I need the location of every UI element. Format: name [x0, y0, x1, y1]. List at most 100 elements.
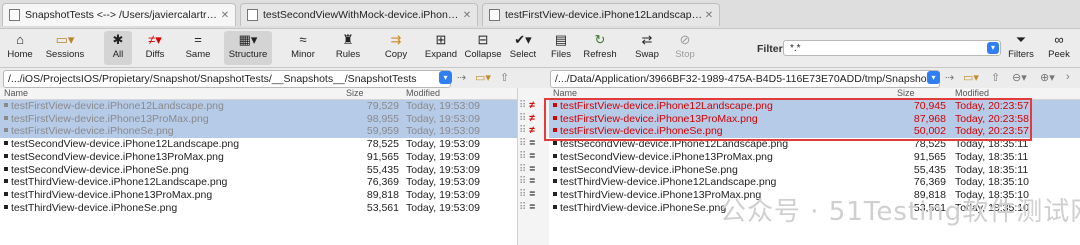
chevron-down-icon[interactable]: ▾ [927, 71, 940, 84]
compare-status[interactable]: ⠿ = [519, 176, 535, 189]
file-row[interactable]: testThirdView-device.iPhone13ProMax.png 8… [0, 189, 517, 202]
not-equal-icon: ≠ [529, 112, 535, 124]
file-name-text: testThirdView-device.iPhoneSe.png [560, 201, 727, 214]
up-folder-icon[interactable]: ⇧ [500, 71, 509, 84]
same-button[interactable]: = Same [184, 31, 212, 65]
go-arrow-icon[interactable]: ⇢ [457, 71, 466, 84]
file-icon [4, 179, 8, 184]
stop-button[interactable]: ⊘ Stop [672, 31, 698, 65]
file-row[interactable]: testThirdView-device.iPhoneSe.png 53,561 T… [0, 202, 517, 215]
file-size: 59,959 [366, 125, 399, 138]
close-icon[interactable]: ✕ [461, 10, 473, 21]
chevron-down-icon[interactable]: ▾ [439, 71, 452, 84]
copy-button[interactable]: ⇉ Copy [382, 31, 410, 65]
copy-icon: ⇉ [390, 32, 402, 47]
equal-icon: = [529, 188, 536, 200]
file-row[interactable]: testFirstView-device.iPhone13ProMax.png 9… [0, 112, 517, 126]
referee-icon: ♜ [342, 32, 354, 47]
forward-icon[interactable]: ⊕▾ [1040, 71, 1055, 84]
column-name[interactable]: Name [4, 88, 28, 98]
compare-status[interactable]: ⠿ = [519, 202, 535, 215]
diffs-button[interactable]: ≠▾ Diffs [138, 31, 172, 65]
folder-compare-icon [9, 9, 20, 21]
grip-icon: ⠿ [519, 100, 527, 111]
swap-button[interactable]: ⇄ Swap [632, 31, 662, 65]
file-row[interactable]: testSecondView-device.iPhone13ProMax.png… [0, 151, 517, 164]
go-arrow-icon[interactable]: ⇢ [945, 71, 954, 84]
folder-icon[interactable]: ▭▾ [963, 71, 979, 84]
files-button[interactable]: ▤ Files [548, 31, 574, 65]
column-size[interactable]: Size [897, 88, 915, 98]
column-modified[interactable]: Modified [955, 88, 989, 98]
file-icon [4, 128, 8, 133]
compare-status[interactable]: ⠿ ≠ [519, 125, 535, 138]
rules-button[interactable]: ♜ Rules [334, 31, 362, 65]
watermark: 公众号 · 51Testing软件测试网 [720, 197, 1080, 227]
file-row[interactable]: testSecondView-device.iPhoneSe.png 55,435… [549, 164, 1080, 177]
compare-status[interactable]: ⠿ = [519, 151, 535, 164]
file-name: testSecondView-device.iPhone12Landscape.… [4, 138, 239, 151]
file-row[interactable]: testThirdView-device.iPhone12Landscape.p… [0, 176, 517, 189]
file-size: 79,529 [366, 100, 399, 112]
file-modified: Today, 19:53:09 [406, 112, 480, 125]
compare-status[interactable]: ⠿ = [519, 138, 535, 151]
compare-status[interactable]: ⠿ ≠ [519, 100, 535, 113]
column-size[interactable]: Size [346, 88, 364, 98]
files-icon: ▤ [554, 32, 568, 47]
close-icon[interactable]: ✕ [703, 10, 715, 21]
tab-label: testSecondViewWithMock-device.iPhone13Pr… [263, 9, 461, 21]
expand-button[interactable]: ⊞ Expand [424, 31, 458, 65]
collapse-button[interactable]: ⊟ Collapse [462, 31, 504, 65]
file-name-text: testThirdView-device.iPhone12Landscape.p… [560, 176, 777, 189]
file-icon [4, 141, 8, 146]
column-modified[interactable]: Modified [406, 88, 440, 98]
refresh-button[interactable]: ↻ Refresh [582, 31, 618, 65]
refresh-icon: ↻ [594, 32, 606, 47]
compare-status[interactable]: ⠿ = [519, 164, 535, 177]
file-modified: Today, 19:53:09 [406, 201, 480, 214]
column-name[interactable]: Name [553, 88, 577, 98]
close-icon[interactable]: ✕ [219, 10, 231, 21]
home-button[interactable]: ⌂ Home [6, 31, 34, 65]
file-row[interactable]: testSecondView-device.iPhoneSe.png 55,435… [0, 164, 517, 177]
next-icon[interactable]: › [1066, 71, 1070, 83]
equal-icon: = [529, 201, 536, 213]
filters-input[interactable]: *.* [783, 40, 1001, 56]
file-icon [4, 153, 8, 158]
file-name: testFirstView-device.iPhone12Landscape.p… [4, 100, 224, 113]
compare-status[interactable]: ⠿ ≠ [519, 113, 535, 126]
file-name: testThirdView-device.iPhone12Landscape.p… [4, 176, 227, 189]
chevron-down-icon[interactable]: ▾ [987, 42, 999, 54]
file-row[interactable]: testThirdView-device.iPhone12Landscape.p… [549, 176, 1080, 189]
tab-bar: SnapshotTests <--> /Users/javiercalartra… [0, 0, 1080, 29]
back-icon[interactable]: ⊖▾ [1012, 71, 1027, 84]
select-button[interactable]: ✔▾ Select [508, 31, 538, 65]
file-name: testThirdView-device.iPhone13ProMax.png [4, 189, 212, 202]
folder-icon[interactable]: ▭▾ [475, 71, 491, 84]
file-name-text: testSecondView-device.iPhoneSe.png [11, 163, 189, 176]
file-row[interactable]: testFirstView-device.iPhone12Landscape.p… [0, 100, 517, 113]
tab-first-view[interactable]: testFirstView-device.iPhone12Landscape.p… [482, 3, 720, 26]
structure-button[interactable]: ▦▾ Structure [224, 31, 272, 65]
filters-button[interactable]: ⏷ Filters [1005, 31, 1037, 65]
minor-button[interactable]: ≈ Minor [288, 31, 318, 65]
file-row[interactable]: testSecondView-device.iPhone12Landscape.… [0, 138, 517, 151]
not-equal-icon: ≠▾ [148, 32, 162, 47]
file-name-text: testThirdView-device.iPhone13ProMax.png [11, 188, 213, 201]
sessions-button[interactable]: ▭▾ Sessions [44, 31, 86, 65]
file-row[interactable]: testSecondView-device.iPhone13ProMax.png… [549, 151, 1080, 164]
all-button[interactable]: ✱ All [104, 31, 132, 65]
file-row[interactable]: testFirstView-device.iPhoneSe.png 59,959 T… [0, 125, 517, 139]
peek-button[interactable]: ∞ Peek [1045, 31, 1073, 65]
tab-second-view[interactable]: testSecondViewWithMock-device.iPhone13Pr… [240, 3, 478, 26]
up-folder-icon[interactable]: ⇧ [991, 71, 1000, 84]
left-path-field[interactable]: /.../iOS/ProjectsIOS/Propietary/Snapshot… [3, 70, 451, 88]
left-file-pane[interactable]: Name Size Modified testFirstView-device.… [0, 88, 517, 245]
file-size: 91,565 [913, 150, 946, 163]
right-path-field[interactable]: /.../Data/Application/3966BF32-1989-475A… [550, 70, 940, 88]
file-size: 55,435 [366, 163, 399, 176]
equal-icon: = [529, 138, 536, 150]
compare-status[interactable]: ⠿ = [519, 189, 535, 202]
file-icon [553, 179, 557, 184]
tab-session[interactable]: SnapshotTests <--> /Users/javiercalartra… [2, 3, 236, 26]
